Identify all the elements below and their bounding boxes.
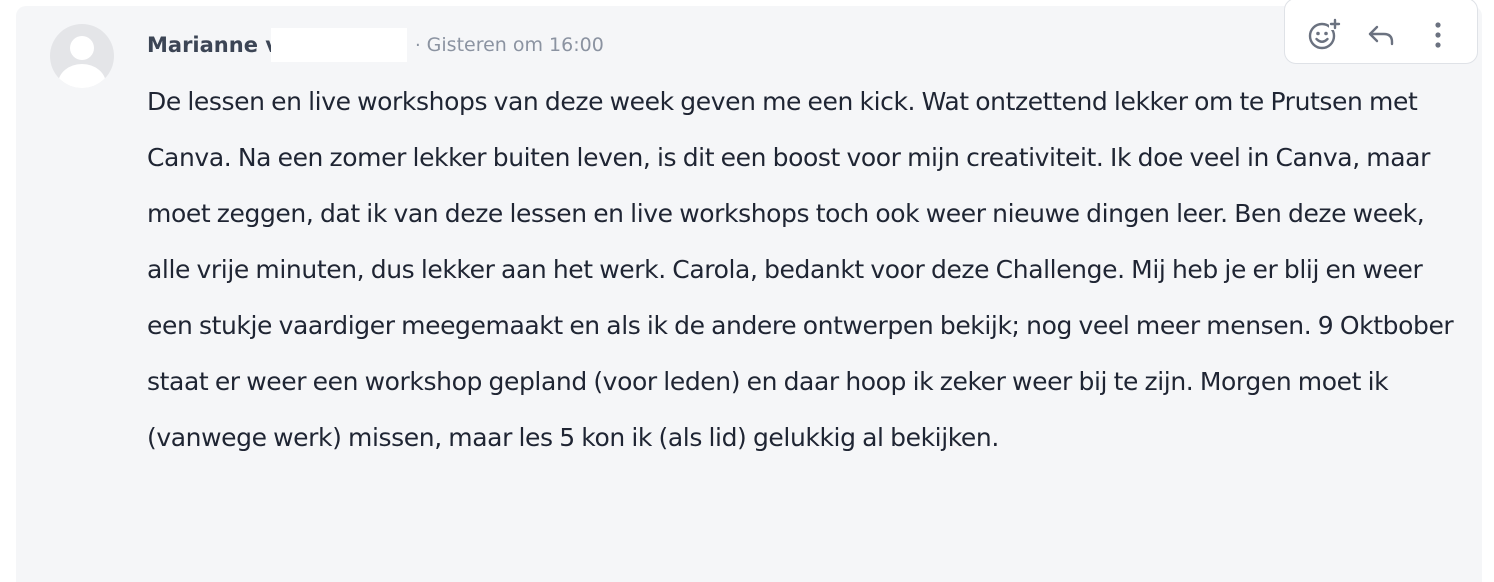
more-options-icon: [1435, 22, 1441, 48]
add-reaction-button[interactable]: [1302, 13, 1346, 57]
avatar-body-shape: [58, 64, 106, 88]
comment-text: De lessen en live workshops van deze wee…: [147, 87, 1454, 452]
comment-header: Marianne v · Gisteren om 16:00: [147, 28, 604, 62]
comment-body: De lessen en live workshops van deze wee…: [147, 74, 1467, 466]
redaction-box: [270, 28, 407, 62]
avatar[interactable]: [50, 24, 114, 88]
avatar-head-shape: [70, 36, 94, 60]
meta-separator: ·: [414, 34, 421, 56]
reply-button[interactable]: [1359, 13, 1403, 57]
add-reaction-icon: [1308, 18, 1341, 50]
more-options-button[interactable]: [1416, 13, 1460, 57]
reply-icon: [1368, 25, 1394, 46]
comment-timestamp[interactable]: Gisteren om 16:00: [427, 34, 604, 56]
author-name[interactable]: Marianne v: [147, 33, 279, 57]
comment-actions-toolbar: [1284, 0, 1478, 64]
